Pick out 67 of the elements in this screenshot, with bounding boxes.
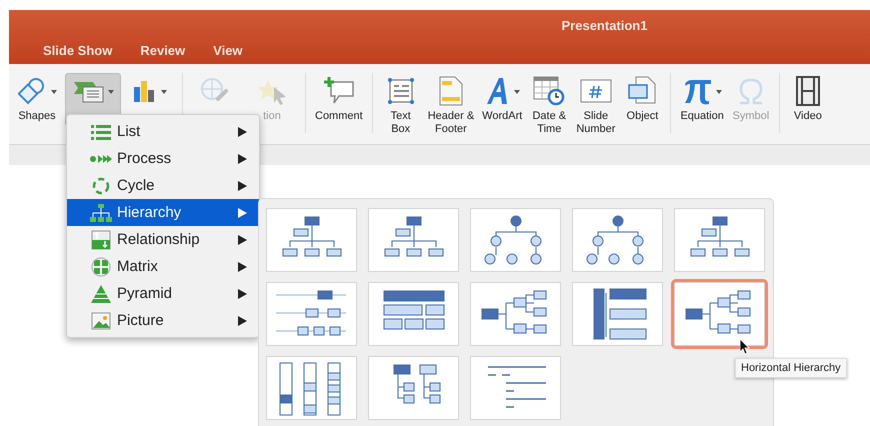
submenu-arrow-icon [238,234,247,244]
submenu-arrow-icon [238,208,247,218]
smartart-icon [72,79,104,103]
page-icon [438,76,464,106]
star-cursor-icon [256,77,288,105]
menu-item[interactable]: Relationship [67,226,259,253]
submenu-arrow-icon [238,154,247,164]
caret-icon [50,90,56,94]
ribbon-button[interactable]: Equation [676,73,728,126]
caret-icon [108,90,114,94]
caret-icon [716,90,722,94]
menu-item[interactable]: Process [67,145,259,172]
tooltip: Horizontal Hierarchy [735,358,847,378]
comment-icon [322,76,355,106]
layout-thumbnail[interactable] [368,282,459,346]
ribbon-tab[interactable]: Review [128,43,198,58]
matrix-icon [91,256,111,276]
caret-icon [160,90,166,94]
window-title: Presentation1 [560,17,648,33]
hierarchy-icon [90,204,112,222]
layout-thumbnail[interactable] [368,208,459,272]
cycle-icon [91,176,111,196]
pyramid-icon [91,284,111,302]
film-icon [796,76,820,106]
layout-thumbnail[interactable] [368,356,459,420]
ribbon-button[interactable]: Slide Number [572,73,620,139]
ribbon-button[interactable]: Date & Time [526,73,572,139]
submenu-arrow-icon [238,126,247,136]
layout-thumbnail[interactable] [266,356,357,420]
ribbon-button[interactable]: Shapes [9,73,65,126]
caret-icon [514,90,520,94]
pi-icon [682,77,713,105]
ribbon-button[interactable]: WordArt [478,73,526,139]
layout-thumbnail[interactable] [266,208,357,272]
layout-thumbnail[interactable] [470,208,561,272]
calendar-clock-icon [533,76,566,106]
menu-item[interactable]: Hierarchy [67,199,259,226]
mouse-pointer-icon [740,339,750,355]
layout-thumbnail[interactable] [674,282,765,346]
ribbon-button[interactable]: Video [784,73,831,126]
slide-number-icon [580,78,612,104]
object-icon [628,76,656,106]
process-icon [90,154,112,164]
ribbon-button[interactable]: Object [619,73,666,139]
text-box-icon [386,77,415,105]
list-icon [91,124,111,140]
image-icon [91,312,111,330]
menu-item[interactable]: Picture [67,307,259,334]
layout-thumbnail[interactable] [470,282,561,346]
menu-item[interactable]: Matrix [67,253,259,280]
submenu-arrow-icon [238,288,247,298]
ribbon-button[interactable]: Text Box [378,73,424,139]
ribbon-tab[interactable]: View [201,43,255,58]
layout-thumbnail[interactable] [572,282,663,346]
submenu-arrow-icon [238,316,247,326]
relationship-icon [91,230,111,250]
ribbon-tab[interactable]: Slide Show [31,43,124,58]
layout-thumbnail[interactable] [572,208,663,272]
ribbon-button[interactable]: Comment [311,73,367,126]
ribbon-button[interactable]: Header & Footer [424,73,478,139]
menu-item[interactable]: Cycle [67,172,259,199]
layout-thumbnail[interactable] [266,282,357,346]
layout-thumbnail[interactable] [674,208,765,272]
submenu-arrow-icon [238,262,247,272]
menu-item[interactable]: Pyramid [67,280,259,307]
layout-thumbnail[interactable] [470,356,561,420]
submenu-arrow-icon [238,180,247,190]
